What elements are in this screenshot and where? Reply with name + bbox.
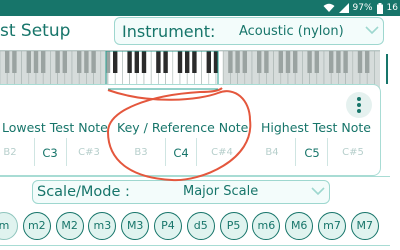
chevron-down-icon bbox=[365, 26, 379, 35]
scale-mode-label: Scale/Mode : bbox=[37, 184, 130, 200]
side-panel-letter bbox=[386, 54, 388, 84]
black-key[interactable] bbox=[343, 51, 348, 73]
more-vert-icon bbox=[357, 97, 361, 101]
black-key[interactable] bbox=[84, 51, 89, 73]
black-key[interactable] bbox=[336, 51, 341, 73]
black-key[interactable] bbox=[33, 51, 39, 73]
more-options-button[interactable] bbox=[346, 92, 372, 118]
black-key[interactable] bbox=[235, 51, 240, 73]
black-key[interactable] bbox=[127, 51, 132, 73]
highest-note-prev[interactable]: B4 bbox=[257, 146, 287, 160]
interval-button-p4[interactable]: P4 bbox=[154, 212, 182, 240]
interval-button-m6[interactable]: M6 bbox=[285, 212, 314, 240]
battery-percent: 97% bbox=[352, 3, 373, 13]
black-key[interactable] bbox=[278, 51, 283, 73]
black-key[interactable] bbox=[192, 51, 197, 73]
black-key[interactable] bbox=[26, 51, 31, 73]
black-key[interactable] bbox=[62, 51, 67, 73]
instrument-dropdown[interactable]: Instrument: Acoustic (nylon) bbox=[114, 17, 384, 45]
black-key[interactable] bbox=[365, 51, 370, 73]
interval-button-m2[interactable]: m2 bbox=[22, 212, 51, 240]
black-key[interactable] bbox=[285, 51, 291, 73]
black-key[interactable] bbox=[329, 51, 334, 73]
black-key[interactable] bbox=[77, 51, 82, 73]
interval-button-d5[interactable]: d5 bbox=[186, 212, 215, 240]
highest-note-next[interactable]: C#5 bbox=[338, 146, 368, 160]
black-key[interactable] bbox=[357, 51, 363, 73]
black-key[interactable] bbox=[5, 51, 10, 73]
black-key[interactable] bbox=[12, 51, 17, 73]
highest-note-title: Highest Test Note bbox=[261, 120, 371, 135]
lowest-note-prev[interactable]: B2 bbox=[0, 146, 25, 160]
interval-button-m7[interactable]: M7 bbox=[350, 212, 379, 240]
status-bar: 97% 16 bbox=[0, 0, 400, 16]
black-key[interactable] bbox=[257, 51, 262, 73]
page-title: st Setup bbox=[0, 21, 71, 41]
black-key[interactable] bbox=[177, 51, 183, 73]
black-key[interactable] bbox=[91, 51, 96, 73]
black-key[interactable] bbox=[314, 51, 319, 73]
lowest-note-next[interactable]: C#3 bbox=[74, 146, 104, 160]
black-key[interactable] bbox=[293, 51, 298, 73]
chevron-down-icon bbox=[311, 187, 325, 196]
reference-note-title: Key / Reference Note bbox=[117, 120, 249, 135]
black-key[interactable] bbox=[163, 51, 168, 73]
signal-icon bbox=[338, 3, 349, 13]
black-key[interactable] bbox=[185, 51, 190, 73]
lowest-note-current[interactable]: C3 bbox=[35, 146, 65, 160]
black-key[interactable] bbox=[41, 51, 46, 73]
white-key[interactable] bbox=[374, 51, 380, 89]
black-key[interactable] bbox=[242, 51, 247, 73]
scale-mode-value: Major Scale bbox=[183, 184, 259, 199]
interval-button-m2[interactable]: M2 bbox=[55, 212, 84, 240]
scale-mode-dropdown[interactable]: Scale/Mode : Major Scale bbox=[32, 180, 330, 204]
black-key[interactable] bbox=[307, 51, 312, 73]
reference-note-next[interactable]: C#4 bbox=[207, 146, 237, 160]
reference-note-current[interactable]: C4 bbox=[166, 146, 196, 160]
black-key[interactable] bbox=[141, 51, 147, 73]
black-key[interactable] bbox=[264, 51, 269, 73]
battery-icon bbox=[376, 2, 383, 14]
black-key[interactable] bbox=[156, 51, 161, 73]
more-vert-icon-dot bbox=[357, 103, 361, 107]
divider bbox=[66, 138, 67, 166]
more-vert-icon-dot bbox=[357, 109, 361, 113]
clock: 16 bbox=[386, 3, 398, 13]
black-key[interactable] bbox=[228, 51, 233, 73]
divider bbox=[196, 138, 197, 166]
interval-button-m3[interactable]: M3 bbox=[121, 212, 150, 240]
wifi-icon bbox=[323, 3, 335, 12]
instrument-label: Instrument: bbox=[122, 22, 216, 41]
interval-button-m7[interactable]: m7 bbox=[318, 212, 346, 240]
lowest-note-title: Lowest Test Note bbox=[2, 120, 108, 135]
black-key[interactable] bbox=[206, 51, 211, 73]
highest-note-current[interactable]: C5 bbox=[297, 146, 327, 160]
interval-button-p5[interactable]: P5 bbox=[219, 212, 248, 240]
black-key[interactable] bbox=[134, 51, 139, 73]
divider bbox=[295, 138, 296, 166]
black-key[interactable] bbox=[113, 51, 118, 73]
black-key[interactable] bbox=[55, 51, 60, 73]
divider bbox=[327, 138, 328, 166]
reference-note-prev[interactable]: B3 bbox=[126, 146, 156, 160]
instrument-value: Acoustic (nylon) bbox=[239, 24, 344, 39]
